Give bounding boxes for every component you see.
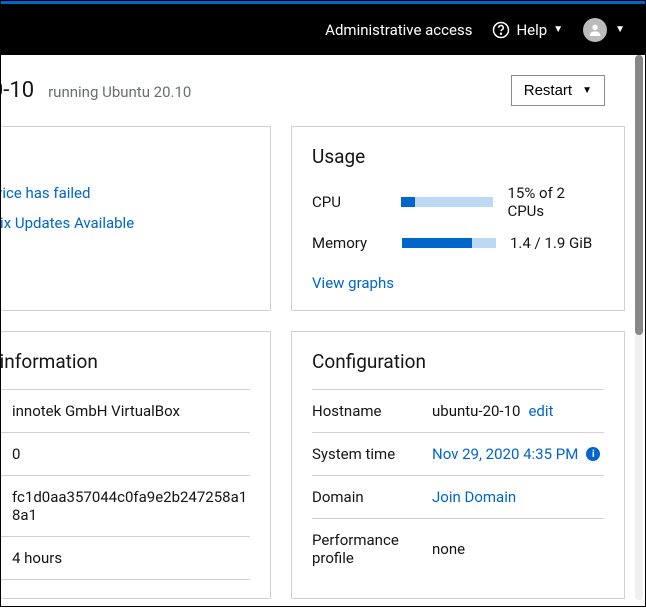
user-menu[interactable]: ▼ [583, 18, 625, 42]
usage-card: Usage CPU 15% of 2 CPUs Memory 1.4 / 1.9… [291, 126, 625, 311]
health-title: alth [1, 145, 250, 168]
health-card: alth 1 service has failed Bug Fix Update… [1, 126, 271, 311]
config-row-domain: Domain Join Domain [312, 475, 604, 518]
topbar: Administrative access Help ▼ ▼ [1, 1, 645, 55]
config-row-perf: Performance profile none [312, 518, 604, 579]
admin-access-label[interactable]: Administrative access [325, 21, 472, 39]
table-row: ninefc1d0aa357044c0fa9e2b247258a18a1 [1, 475, 250, 536]
configuration-title: Configuration [312, 350, 604, 373]
edit-hostname-link[interactable]: edit [528, 402, 553, 420]
table-row: t tag0 [1, 432, 250, 475]
running-os-label: running Ubuntu 20.10 [48, 83, 191, 101]
avatar-icon [583, 18, 607, 42]
scrollbar[interactable] [635, 55, 643, 600]
caret-down-icon: ▼ [553, 24, 563, 35]
configuration-card: Configuration Hostname ubuntu-20-10 edit… [291, 331, 625, 599]
usage-row-memory: Memory 1.4 / 1.9 GiB [312, 234, 604, 252]
system-info-card: tem information elinnotek GmbH VirtualBo… [1, 331, 271, 599]
view-graphs-link[interactable]: View graphs [312, 274, 394, 292]
scrollbar-thumb[interactable] [635, 55, 643, 335]
table-row: me4 hours [1, 536, 250, 580]
memory-bar [402, 238, 496, 248]
page-title: ntu-20-10 [1, 78, 34, 103]
config-row-hostname: Hostname ubuntu-20-10 edit [312, 389, 604, 432]
usage-row-cpu: CPU 15% of 2 CPUs [312, 184, 604, 220]
page-header: ntu-20-10 running Ubuntu 20.10 Restart ▼ [1, 75, 625, 126]
config-row-systime: System time Nov 29, 2020 4:35 PM i [312, 432, 604, 475]
join-domain-link[interactable]: Join Domain [432, 488, 516, 506]
main-content: ntu-20-10 running Ubuntu 20.10 Restart ▼… [1, 55, 645, 608]
cpu-bar [401, 197, 494, 207]
info-icon[interactable]: i [586, 447, 600, 461]
health-alert-link[interactable]: Bug Fix Updates Available [1, 214, 250, 232]
help-icon [492, 21, 510, 39]
help-menu[interactable]: Help ▼ [492, 21, 563, 39]
caret-down-icon: ▼ [582, 85, 592, 96]
health-alert-link[interactable]: 1 service has failed [1, 184, 250, 202]
caret-down-icon: ▼ [615, 24, 625, 35]
table-row: elinnotek GmbH VirtualBox [1, 389, 250, 432]
system-time-link[interactable]: Nov 29, 2020 4:35 PM [432, 445, 578, 463]
restart-button[interactable]: Restart ▼ [511, 75, 605, 106]
system-info-title: tem information [1, 350, 250, 373]
usage-title: Usage [312, 145, 604, 168]
